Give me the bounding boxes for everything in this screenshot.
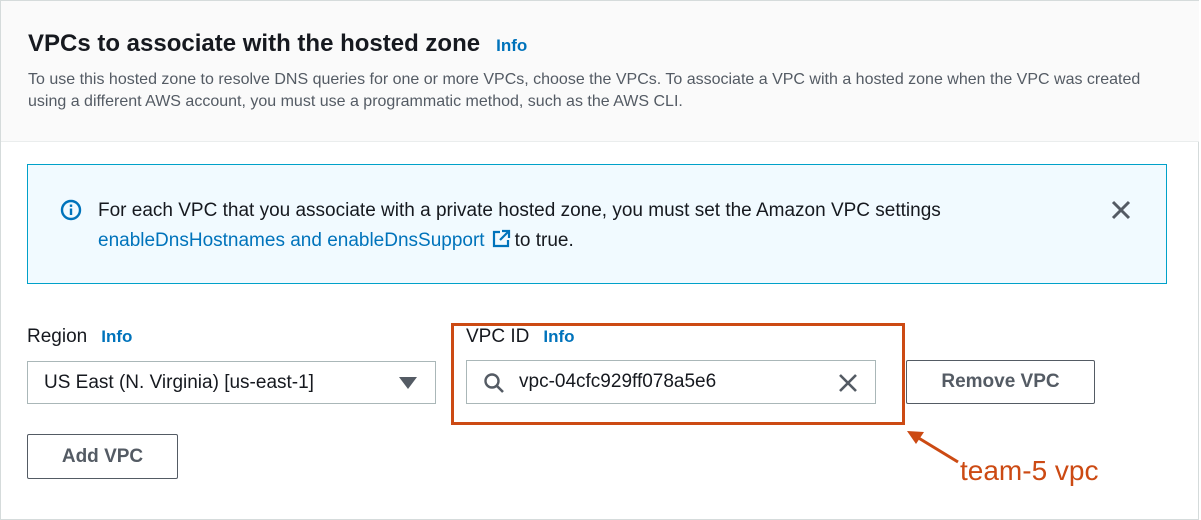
region-label: Region: [27, 326, 88, 347]
alert-text-after: to true.: [514, 230, 574, 251]
caret-down-icon: [399, 377, 417, 389]
annotation-label: team-5 vpc: [960, 455, 1099, 486]
title-row: VPCs to associate with the hosted zone I…: [28, 30, 527, 58]
region-label-row: Region Info: [27, 326, 132, 348]
info-alert: For each VPC that you associate with a p…: [27, 164, 1167, 284]
panel-title: VPCs to associate with the hosted zone: [28, 30, 481, 57]
remove-vpc-button[interactable]: Remove VPC: [906, 360, 1095, 404]
panel-description: To use this hosted zone to resolve DNS q…: [28, 71, 1141, 110]
region-info-link[interactable]: Info: [101, 327, 132, 346]
external-link-icon[interactable]: [491, 229, 511, 249]
close-icon[interactable]: [1109, 198, 1133, 222]
add-vpc-button[interactable]: Add VPC: [27, 434, 178, 479]
alert-text-before: For each VPC that you associate with a p…: [98, 200, 941, 221]
dns-settings-link[interactable]: enableDnsHostnames and enableDnsSupport: [98, 230, 485, 251]
region-selected-value: US East (N. Virginia) [us-east-1]: [44, 372, 314, 393]
alert-message: For each VPC that you associate with a p…: [98, 196, 1058, 256]
panel-header: VPCs to associate with the hosted zone I…: [1, 1, 1199, 142]
info-circle-icon: [60, 199, 82, 221]
title-info-link[interactable]: Info: [496, 36, 527, 56]
region-select[interactable]: US East (N. Virginia) [us-east-1]: [27, 361, 436, 404]
annotation-highlight-box: [451, 323, 905, 425]
